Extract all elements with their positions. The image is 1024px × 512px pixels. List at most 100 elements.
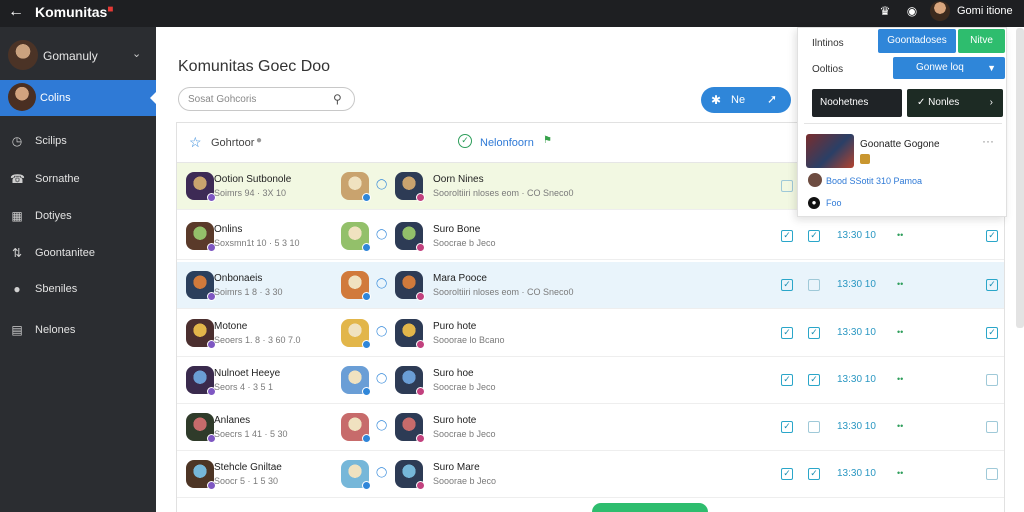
- target-avatar: [395, 319, 425, 349]
- grid-icon: ▦: [11, 209, 23, 223]
- row-status-dots: ••: [897, 279, 904, 289]
- top-bar: ← Komunitas■ ♛ ◉ Gomi itione: [0, 0, 1024, 27]
- sidebar-item-nelones[interactable]: ▤ Nelones: [0, 312, 156, 348]
- user-name[interactable]: Gomi itione: [957, 5, 1013, 17]
- row-time: 13:30 10: [837, 230, 876, 241]
- status-badge: [362, 193, 371, 202]
- member-name[interactable]: Onbonaeis: [214, 273, 262, 284]
- sidebar-item-label: Dotiyes: [35, 210, 72, 222]
- card-footer[interactable]: Foo: [826, 198, 842, 208]
- action-button[interactable]: ✱ Ne ➚: [701, 87, 791, 113]
- dark-button-1[interactable]: Noohetnes: [812, 89, 902, 117]
- member-name[interactable]: Stehcle Gniltae: [214, 462, 282, 473]
- row-checkbox-2[interactable]: ✓: [808, 230, 820, 242]
- header-right-label[interactable]: Nelonfoorn: [480, 137, 534, 149]
- member-name[interactable]: Ootion Sutbonole: [214, 174, 291, 185]
- status-badge: [362, 340, 371, 349]
- target-name[interactable]: Suro Mare: [433, 462, 480, 473]
- sidebar-item-label: Colins: [40, 92, 71, 104]
- status-badge: [362, 387, 371, 396]
- dark-button-label: Nonles: [928, 97, 960, 108]
- row-checkbox[interactable]: ✓: [781, 327, 793, 339]
- member-name[interactable]: Anlanes: [214, 415, 250, 426]
- link-icon: ◯: [376, 467, 388, 478]
- target-name[interactable]: Suro Bone: [433, 224, 480, 235]
- row-checkbox-2[interactable]: ✓: [808, 468, 820, 480]
- member-name[interactable]: Onlins: [214, 224, 242, 235]
- row-checkbox[interactable]: ✓: [781, 374, 793, 386]
- link-icon: ◯: [376, 179, 388, 190]
- check-icon: ✓: [917, 97, 929, 108]
- row-checkbox-2[interactable]: ✓: [808, 327, 820, 339]
- card-meta[interactable]: Bood SSotit 310 Pamoa: [826, 176, 922, 186]
- bottom-action-pill[interactable]: [592, 503, 708, 512]
- list-item[interactable]: Onlins Soxsmn1t 10 · 5 3 10 ◯ Suro Bone …: [177, 213, 1004, 260]
- user-avatar[interactable]: [930, 1, 950, 21]
- chevron-down-icon[interactable]: ⌄: [132, 47, 141, 60]
- settings-icon[interactable]: ◉: [905, 4, 919, 18]
- sidebar-item-dotiyes[interactable]: ▦ Dotiyes: [0, 198, 156, 234]
- row-checkbox[interactable]: ✓: [781, 468, 793, 480]
- row-checkbox[interactable]: ✓: [781, 230, 793, 242]
- circle-icon: ●: [808, 197, 820, 209]
- green-option-button[interactable]: Nitve: [958, 29, 1005, 53]
- row-edit-checkbox[interactable]: ✓: [986, 230, 998, 242]
- row-checkbox-2[interactable]: ✓: [808, 374, 820, 386]
- list-item[interactable]: Anlanes Soecrs 1 41 · 5 30 ◯ Suro hote S…: [177, 404, 1004, 451]
- row-edit-checkbox[interactable]: [986, 374, 998, 386]
- sidebar-item-goontanitee[interactable]: ⇅ Goontanitee: [0, 235, 156, 271]
- row-edit-checkbox[interactable]: [986, 468, 998, 480]
- chevron-right-icon: ›: [989, 97, 993, 108]
- row-checkbox[interactable]: ✓: [781, 421, 793, 433]
- blue-option-button[interactable]: Goontadoses: [878, 29, 956, 53]
- clock-icon: ◷: [11, 134, 23, 148]
- row-status-dots: ••: [897, 468, 904, 478]
- target-name[interactable]: Suro hoe: [433, 368, 474, 379]
- row-checkbox-2[interactable]: [808, 279, 820, 291]
- sidebar-item-sbeniles[interactable]: ● Sbeniles: [0, 271, 156, 307]
- action-button-label: Ne: [731, 94, 746, 106]
- sidebar-item-sornathe[interactable]: ☎ Sornathe: [0, 161, 156, 197]
- linked-avatar: [341, 413, 371, 443]
- row-checkbox[interactable]: [781, 180, 793, 192]
- sidebar-profile[interactable]: Gomanuly ⌄: [0, 35, 156, 75]
- app-title-text: Komunitas: [35, 4, 108, 20]
- sidebar-item-colins[interactable]: Colins: [0, 80, 156, 116]
- row-edit-checkbox[interactable]: ✓: [986, 327, 998, 339]
- header-left-label: Gohrtoor: [211, 137, 255, 149]
- chevron-down-icon: ▼: [987, 63, 996, 73]
- sidebar-item-label: Scilips: [35, 135, 67, 147]
- more-options-icon[interactable]: ···: [982, 134, 994, 148]
- arrow-left-icon[interactable]: ←: [8, 3, 24, 21]
- list-item[interactable]: Motone Seoers 1. 8 · 3 60 7.0 ◯ Puro hot…: [177, 310, 1004, 357]
- search-input[interactable]: Sosat Gohcoris ⚲: [178, 87, 355, 111]
- target-name[interactable]: Suro hote: [433, 415, 476, 426]
- sidebar-item-scilips[interactable]: ◷ Scilips: [0, 123, 156, 159]
- target-name[interactable]: Puro hote: [433, 321, 476, 332]
- member-name[interactable]: Motone: [214, 321, 247, 332]
- sidebar-item-label: Sornathe: [35, 173, 80, 185]
- scrollbar[interactable]: [1016, 28, 1024, 328]
- target-subtitle: Sooorae b Jeco: [433, 476, 497, 486]
- status-badge: [416, 243, 425, 252]
- member-name[interactable]: Nulnoet Heeye: [214, 368, 280, 379]
- linked-avatar: [341, 366, 371, 396]
- row-edit-checkbox[interactable]: [986, 421, 998, 433]
- list-item[interactable]: Stehcle Gniltae Soocr 5 · 1 5 30 ◯ Suro …: [177, 451, 1004, 498]
- target-name[interactable]: Oorn Nines: [433, 174, 484, 185]
- list-item[interactable]: Nulnoet Heeye Seors 4 · 3 5 1 ◯ Suro hoe…: [177, 357, 1004, 404]
- options-select[interactable]: Gonwe loq ▼: [893, 57, 1005, 79]
- row-checkbox-2[interactable]: [808, 421, 820, 433]
- row-edit-checkbox[interactable]: ✓: [986, 279, 998, 291]
- dark-button-2[interactable]: ✓ Nonles ›: [907, 89, 1003, 117]
- target-name[interactable]: Mara Pooce: [433, 273, 487, 284]
- search-icon[interactable]: ⚲: [333, 92, 342, 106]
- row-checkbox[interactable]: ✓: [781, 279, 793, 291]
- status-badge: [416, 193, 425, 202]
- bell-icon[interactable]: ♛: [878, 4, 892, 18]
- card-title[interactable]: Goonatte Gogone: [860, 139, 940, 150]
- member-avatar: [186, 460, 216, 490]
- row-time: 13:30 10: [837, 468, 876, 479]
- select-value: Gonwe loq: [916, 62, 964, 73]
- list-item[interactable]: Onbonaeis Soimrs 1 8 · 3 30 ◯ Mara Pooce…: [177, 262, 1004, 309]
